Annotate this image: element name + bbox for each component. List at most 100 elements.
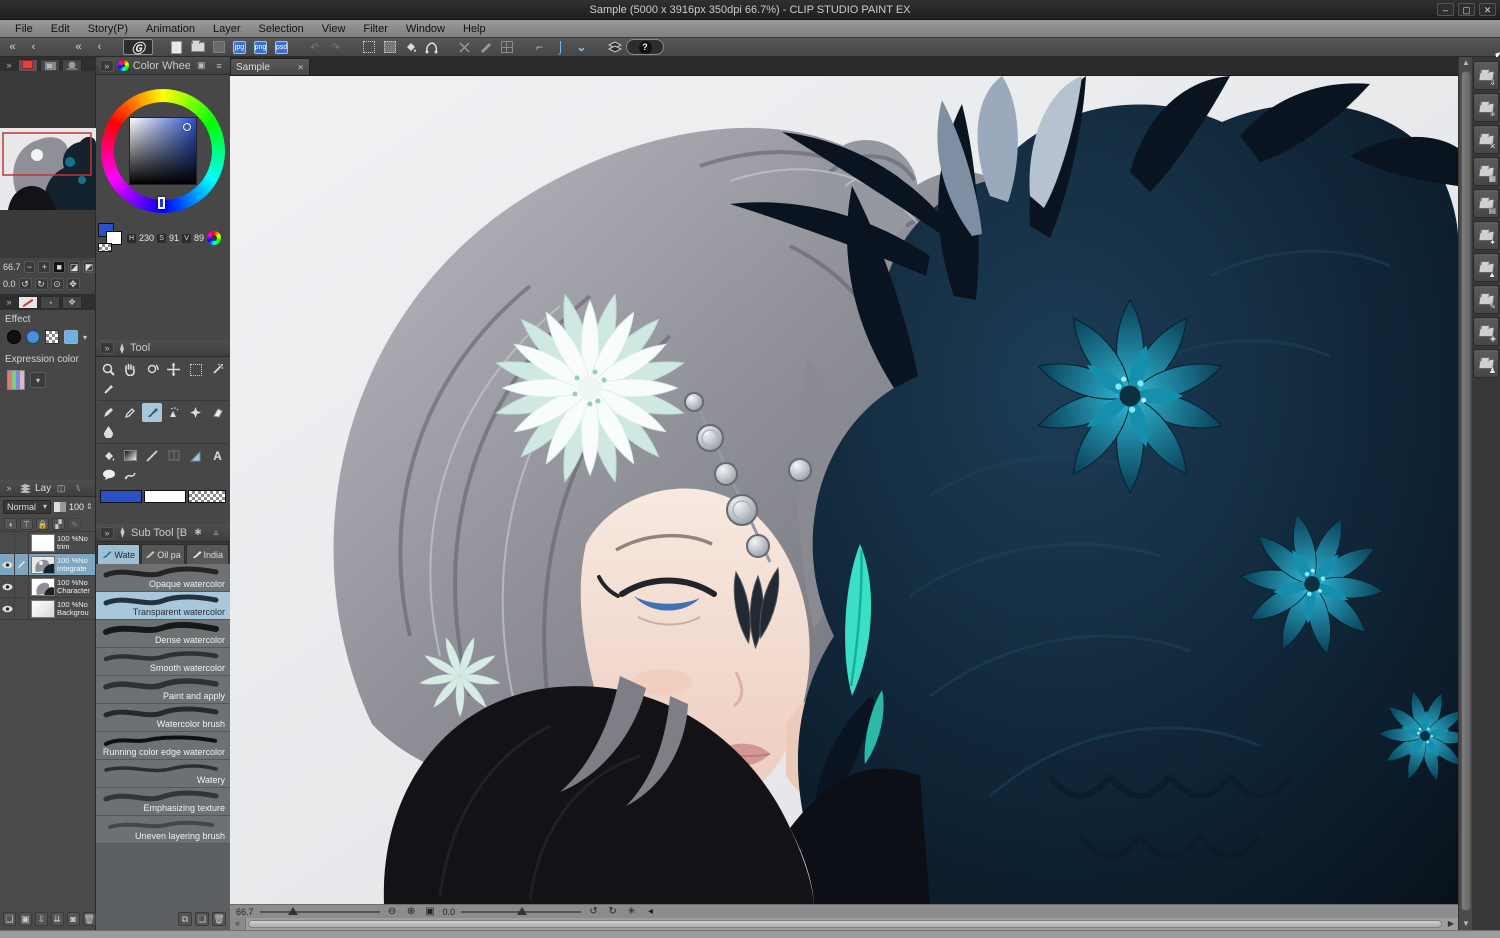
mesh-transform-button[interactable]: [476, 39, 495, 55]
canvas-zoom-out-icon[interactable]: ⊖: [386, 906, 399, 917]
close-button[interactable]: ✕: [1479, 3, 1496, 16]
selection-tool[interactable]: [185, 360, 206, 379]
tab-oil-paint[interactable]: Oil pa: [141, 544, 184, 564]
canvas-zoom-in-icon[interactable]: ⊕: [405, 906, 418, 917]
hand-tool[interactable]: [120, 360, 141, 379]
color-mode-toggle-icon[interactable]: [207, 231, 221, 245]
move-tool[interactable]: [163, 360, 184, 379]
vscroll-down-arrow[interactable]: ▼: [1459, 918, 1473, 930]
menu-view[interactable]: View: [313, 20, 355, 37]
layer-row-character[interactable]: 100 %NoCharacter: [0, 576, 95, 598]
grid-button[interactable]: [497, 39, 516, 55]
expression-color-chip[interactable]: [7, 370, 25, 390]
canvas-zoom-slider[interactable]: [260, 911, 380, 913]
dock-collapse2-icon[interactable]: «: [69, 39, 88, 55]
menu-edit[interactable]: Edit: [42, 20, 79, 37]
blend-mode-select[interactable]: Normal ▾: [3, 500, 51, 514]
effect-layer-color-icon[interactable]: [64, 330, 78, 344]
sub-tool-menu-icon[interactable]: »: [100, 527, 114, 539]
canvas-artwork[interactable]: [230, 76, 1458, 904]
fill-selection-button[interactable]: [401, 39, 420, 55]
balloon-tool[interactable]: [98, 465, 119, 484]
menu-animation[interactable]: Animation: [137, 20, 204, 37]
clip-studio-launcher-button[interactable]: Ⓖ: [123, 39, 153, 55]
zoom-slider-thumb[interactable]: [288, 907, 298, 915]
sub-color-swatch[interactable]: [144, 490, 186, 503]
material-monochromatic-button[interactable]: ✕: [1473, 125, 1499, 154]
layer-row-background[interactable]: 100 %NoBackgrou: [0, 598, 95, 620]
material-pen-button[interactable]: ✎: [1473, 285, 1499, 314]
brush-item[interactable]: Watercolor brush: [96, 704, 230, 732]
layer-visibility-cell[interactable]: [0, 532, 15, 553]
tool-panel-menu-icon[interactable]: »: [100, 342, 114, 354]
panel-options-icon[interactable]: ≡: [212, 60, 226, 72]
dock-collapse2-small-icon[interactable]: ‹: [90, 39, 109, 55]
delete-sub-tool-icon[interactable]: 🗑: [212, 912, 226, 926]
undo-button[interactable]: ↶: [305, 39, 324, 55]
dock-collapse-icon[interactable]: «: [3, 39, 22, 55]
sub-tool-settings-icon[interactable]: ✱: [191, 527, 205, 539]
layer-opacity-stepper[interactable]: 100⇕: [69, 502, 93, 512]
main-color-swatch[interactable]: [100, 490, 142, 503]
color-history-icon[interactable]: ▣: [194, 60, 208, 72]
maximize-button[interactable]: ▢: [1458, 3, 1475, 16]
rotate-canvas-tool[interactable]: [142, 360, 163, 379]
clip-to-layer-icon[interactable]: ◖: [4, 518, 17, 530]
canvas-rotate-slider[interactable]: [461, 911, 581, 913]
material-effect-button[interactable]: ✦: [1473, 221, 1499, 250]
pencil-tool[interactable]: [120, 403, 141, 422]
tab-subview[interactable]: [62, 59, 82, 71]
brush-item[interactable]: Paint and apply: [96, 676, 230, 704]
tab-border[interactable]: ❖: [62, 296, 82, 309]
flip-vertical-icon[interactable]: ◩: [83, 261, 95, 273]
navigator-preview[interactable]: [0, 128, 96, 210]
rotate-left-icon[interactable]: ↺: [19, 278, 32, 290]
effect-none-icon[interactable]: [7, 330, 21, 344]
ruler-tool[interactable]: [185, 446, 206, 465]
hscroll-thumb[interactable]: [248, 920, 1442, 928]
figure-tool[interactable]: [142, 446, 163, 465]
material-color-pattern-button[interactable]: ✳: [1473, 93, 1499, 122]
canvas-reset-icon[interactable]: ✳: [625, 906, 638, 917]
copy-sub-tool-icon[interactable]: ⧉: [178, 912, 192, 926]
panel-menu-icon[interactable]: »: [2, 59, 16, 71]
layer-search-tab-icon[interactable]: ⑊: [71, 482, 85, 494]
tab-layer-preview[interactable]: [18, 59, 38, 71]
snap-ruler-button[interactable]: ⌐: [530, 39, 549, 55]
new-file-button[interactable]: [167, 39, 186, 55]
layer-property-tab-icon[interactable]: ◫: [54, 482, 68, 494]
merge-down-icon[interactable]: ⇊: [51, 912, 64, 926]
layer-visibility-cell[interactable]: [0, 598, 15, 619]
menu-story[interactable]: Story(P): [79, 20, 137, 37]
menu-file[interactable]: File: [6, 20, 42, 37]
brush-item[interactable]: Opaque watercolor: [96, 564, 230, 592]
selection-launcher-button[interactable]: [422, 39, 441, 55]
canvas-fit-icon[interactable]: ▣: [424, 906, 437, 917]
decoration-tool[interactable]: [185, 403, 206, 422]
help-button[interactable]: ?: [626, 39, 664, 55]
deselect-button[interactable]: [359, 39, 378, 55]
hue-marker[interactable]: [158, 197, 165, 209]
canvas-flip-icon[interactable]: ◂: [644, 906, 657, 917]
brush-item[interactable]: Running color edge watercolor: [96, 732, 230, 760]
snap-special-ruler-button[interactable]: ⌡: [551, 39, 570, 55]
tab-india-ink[interactable]: India: [186, 544, 229, 564]
invert-selection-button[interactable]: [380, 39, 399, 55]
layer-row-trim[interactable]: 100 %Notrim: [0, 532, 95, 554]
new-sub-tool-icon[interactable]: ❏: [195, 912, 209, 926]
material-manga-button[interactable]: ▤: [1473, 189, 1499, 218]
text-tool[interactable]: A: [207, 446, 228, 465]
tab-watercolor[interactable]: Wate: [97, 544, 140, 564]
material-pose-button[interactable]: ♟: [1473, 349, 1499, 378]
hscroll-right-arrow[interactable]: ▶: [1444, 918, 1458, 930]
menu-layer[interactable]: Layer: [204, 20, 250, 37]
sv-marker[interactable]: [183, 123, 191, 131]
fill-tool[interactable]: [98, 446, 119, 465]
gradient-tool[interactable]: [120, 446, 141, 465]
export-jpg-button[interactable]: jpg: [230, 39, 249, 55]
canvas-rotate-left-icon[interactable]: ↺: [587, 906, 600, 917]
snap-guide-button[interactable]: ⌄: [572, 39, 591, 55]
frame-border-tool[interactable]: [163, 446, 184, 465]
transparent-swatch[interactable]: [188, 490, 226, 503]
set-as-draft-icon[interactable]: ✎: [68, 518, 81, 530]
